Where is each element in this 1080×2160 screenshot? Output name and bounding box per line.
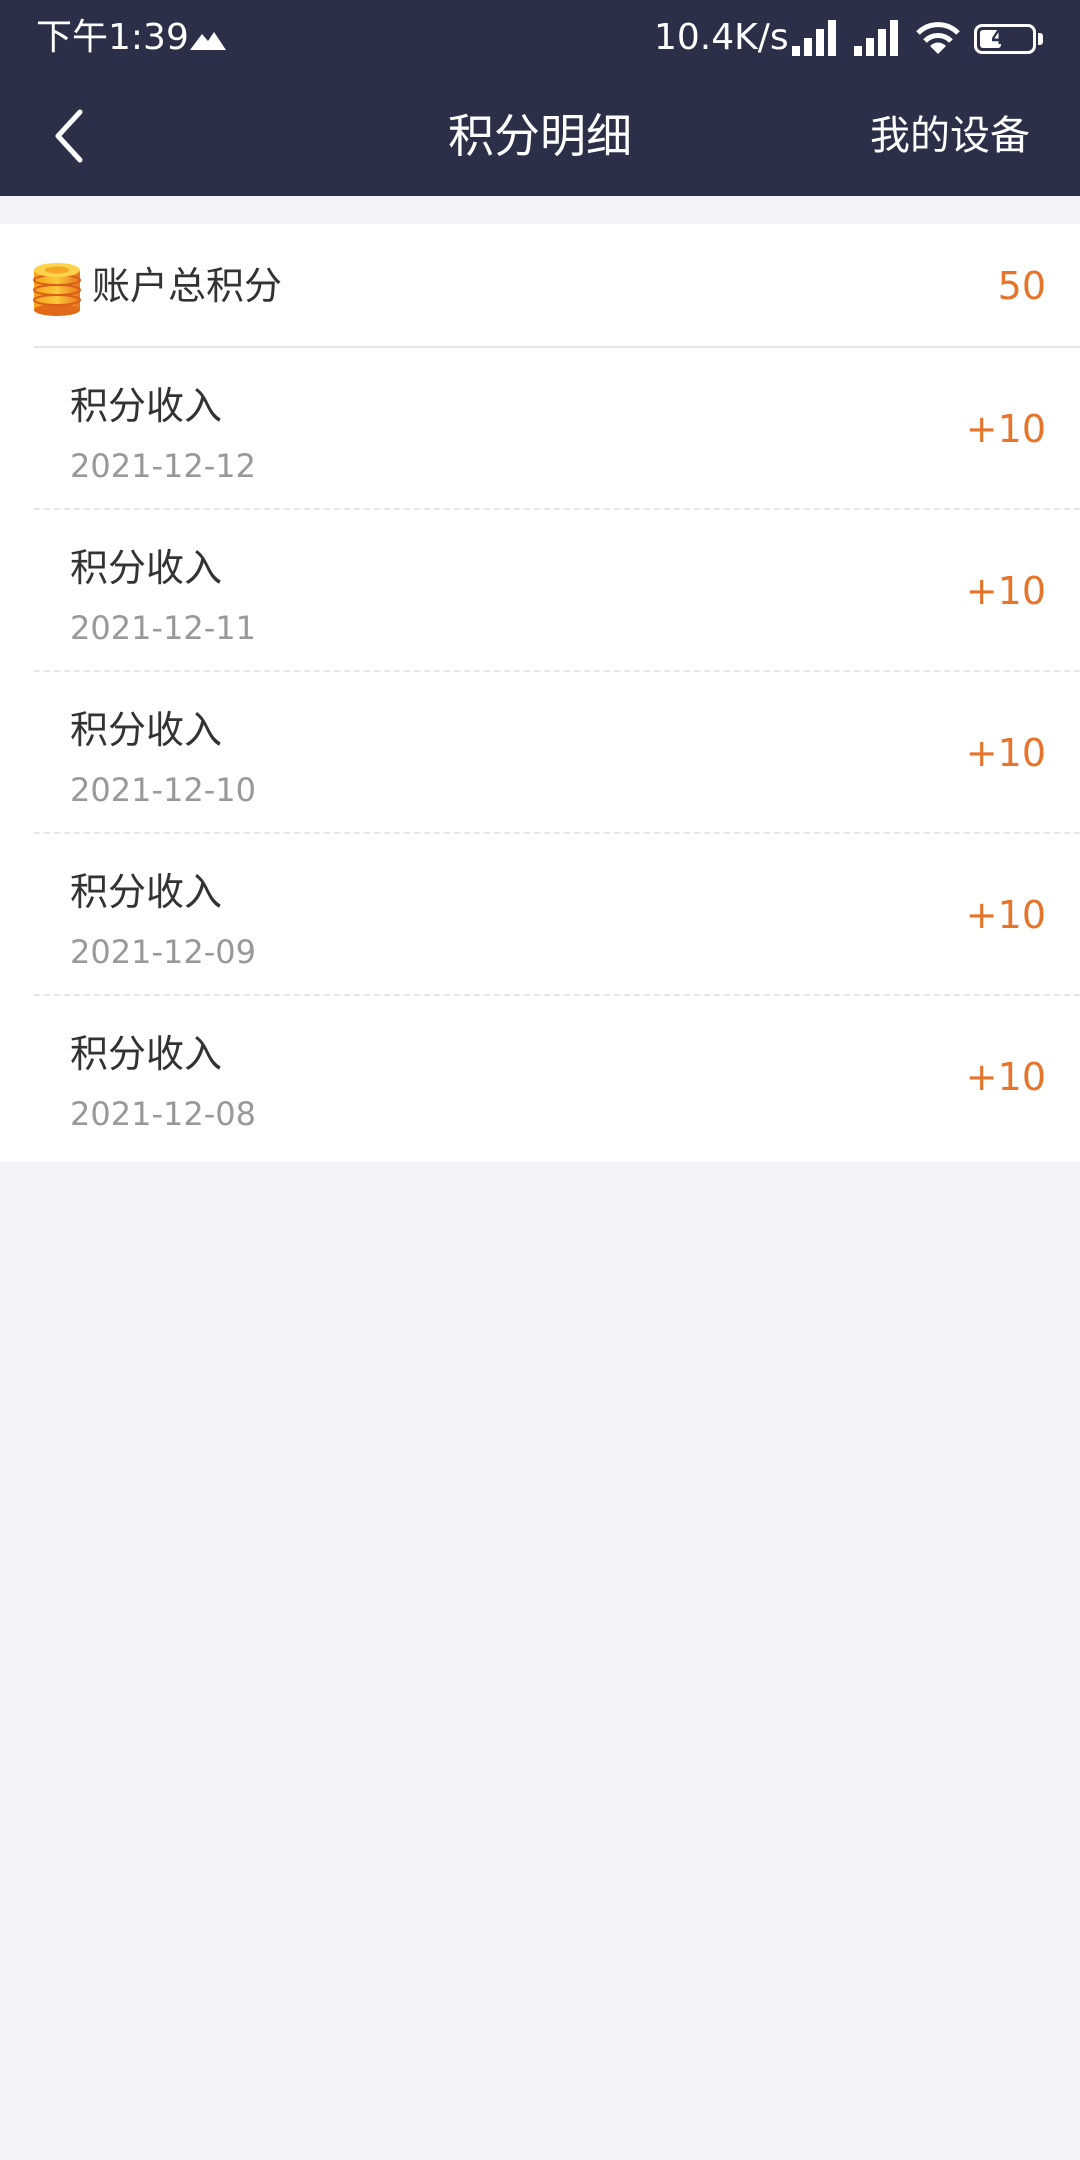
points-record-list: 积分收入 2021-12-12 +10 积分收入 2021-12-11 +10 …	[0, 348, 1080, 1162]
my-devices-button[interactable]: 我的设备	[870, 76, 1030, 196]
record-title: 积分收入	[70, 384, 223, 428]
record-date: 2021-12-12	[70, 447, 256, 485]
record-title: 积分收入	[70, 1032, 223, 1076]
record-title: 积分收入	[70, 546, 223, 590]
battery-level-text: 41	[991, 25, 1019, 49]
record-points: +10	[965, 893, 1046, 937]
status-bar: 下午1:39 10.4K/s 41	[0, 0, 1080, 76]
record-date: 2021-12-10	[70, 771, 256, 809]
app-header: 下午1:39 10.4K/s 41 积分明细 我的设备	[0, 0, 1080, 196]
record-points: +10	[965, 731, 1046, 775]
signal-icon	[792, 20, 836, 56]
battery-tip	[1038, 33, 1043, 45]
record-points: +10	[965, 407, 1046, 451]
record-points: +10	[965, 569, 1046, 613]
total-points-value: 50	[997, 264, 1046, 308]
status-net-speed: 10.4K/s	[654, 17, 789, 58]
total-points-label: 账户总积分	[92, 264, 283, 308]
total-points-row: 账户总积分 50	[0, 224, 1080, 348]
record-date: 2021-12-08	[70, 1095, 256, 1133]
nav-bar: 积分明细 我的设备	[0, 76, 1080, 196]
record-date: 2021-12-11	[70, 609, 256, 647]
mountain-icon	[190, 32, 226, 50]
list-item[interactable]: 积分收入 2021-12-11 +10	[34, 510, 1080, 672]
record-title: 积分收入	[70, 870, 223, 914]
record-title: 积分收入	[70, 708, 223, 752]
list-item[interactable]: 积分收入 2021-12-12 +10	[34, 348, 1080, 510]
battery-icon: 41	[974, 20, 1044, 56]
coin-stack-icon	[33, 263, 81, 316]
list-item[interactable]: 积分收入 2021-12-08 +10	[34, 996, 1080, 1162]
signal-icon-2	[854, 20, 898, 56]
wifi-icon	[916, 22, 960, 54]
record-points: +10	[965, 1055, 1046, 1099]
list-item[interactable]: 积分收入 2021-12-10 +10	[34, 672, 1080, 834]
list-item[interactable]: 积分收入 2021-12-09 +10	[34, 834, 1080, 996]
status-time: 下午1:39	[36, 17, 189, 58]
record-date: 2021-12-09	[70, 933, 256, 971]
